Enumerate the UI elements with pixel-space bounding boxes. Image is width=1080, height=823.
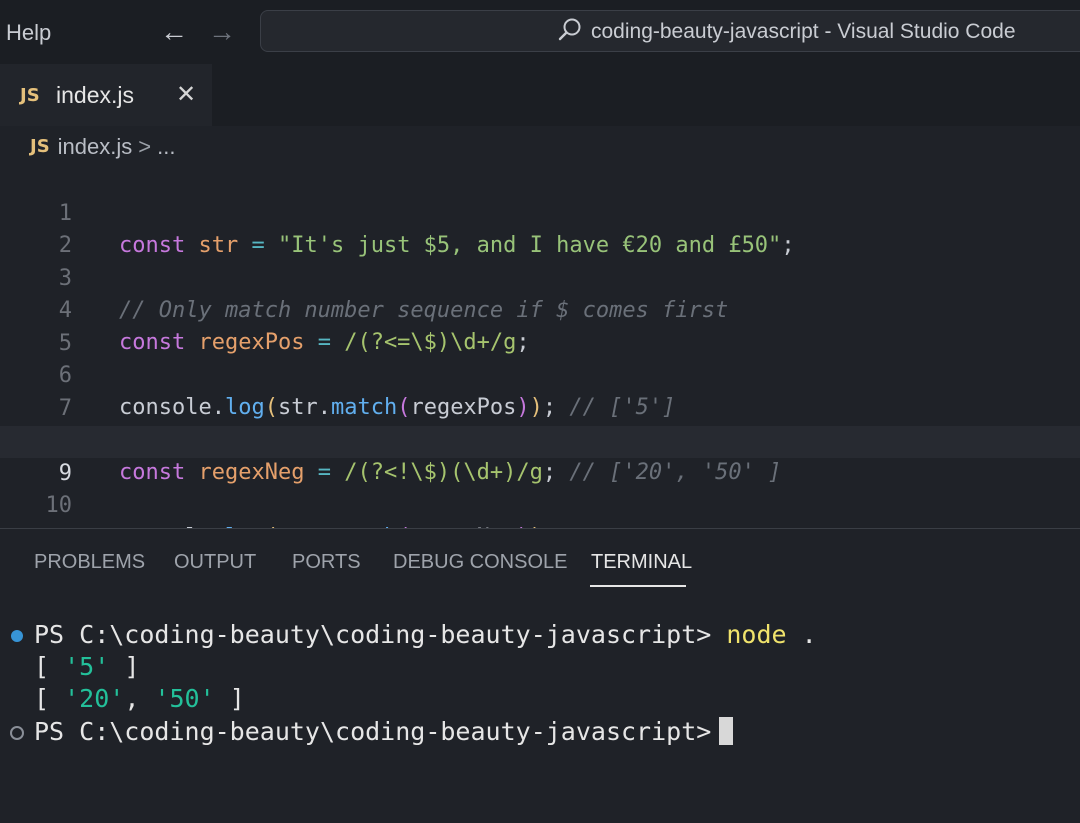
editor-tab-bar: JS index.js ✕ bbox=[0, 64, 1080, 126]
chevron-right-icon: > bbox=[138, 134, 152, 159]
terminal-output: [ '20', '50' ] bbox=[34, 684, 245, 713]
tab-problems[interactable]: PROBLEMS bbox=[34, 551, 145, 574]
code-line[interactable]: 4 const regexPos = /(?<=\$)\d+/g; bbox=[0, 263, 1080, 355]
code-line[interactable]: 8 const regexNeg = /(?<!\$)(\d+)/g; // [… bbox=[0, 393, 1080, 485]
code-line[interactable]: 1 const str = "It's just $5, and I have … bbox=[0, 166, 1080, 258]
breadcrumb-file[interactable]: index.js bbox=[58, 134, 133, 159]
command-center[interactable]: coding-beauty-javascript - Visual Studio… bbox=[260, 10, 1080, 52]
tab-terminal[interactable]: TERMINAL bbox=[591, 551, 692, 574]
tab-index-js[interactable]: JS index.js ✕ bbox=[0, 64, 212, 126]
code-line[interactable]: 7 bbox=[0, 361, 1080, 421]
code-editor[interactable]: 1 const str = "It's just $5, and I have … bbox=[0, 166, 1080, 551]
tab-ports[interactable]: PORTS bbox=[292, 551, 361, 574]
code-line[interactable]: 2 bbox=[0, 198, 1080, 258]
breadcrumb: JS index.js >... bbox=[30, 134, 175, 164]
window-title: coding-beauty-javascript - Visual Studio… bbox=[591, 20, 1016, 43]
javascript-file-icon: JS bbox=[30, 136, 50, 157]
tab-output[interactable]: OUTPUT bbox=[174, 551, 256, 574]
active-tab-indicator bbox=[590, 585, 686, 587]
code-line-current[interactable]: 9 bbox=[0, 426, 1080, 486]
command-idle-icon bbox=[10, 726, 24, 740]
close-icon[interactable]: ✕ bbox=[176, 80, 196, 109]
code-line[interactable]: 10 console.log(str.match(regexNeg)); bbox=[0, 458, 1080, 550]
terminal-cursor bbox=[719, 717, 734, 745]
tab-debug-console[interactable]: DEBUG CONSOLE bbox=[393, 551, 567, 574]
back-arrow-icon[interactable]: ← bbox=[160, 16, 188, 48]
forward-arrow-icon[interactable]: → bbox=[208, 16, 236, 48]
search-icon bbox=[558, 18, 581, 41]
code-line[interactable]: 11 bbox=[0, 491, 1080, 551]
title-bar: Help ← → coding-beauty-javascript - Visu… bbox=[0, 0, 1080, 64]
tab-label: index.js bbox=[56, 82, 134, 108]
code-line[interactable]: 6 console.log(str.match(regexPos)); // [… bbox=[0, 328, 1080, 420]
terminal-line[interactable]: PS C:\coding-beauty\coding-beauty-javasc… bbox=[34, 619, 817, 651]
menu-help[interactable]: Help bbox=[6, 20, 51, 46]
code-line[interactable]: 5 bbox=[0, 296, 1080, 356]
terminal-prompt-line[interactable]: PS C:\coding-beauty\coding-beauty-javasc… bbox=[34, 716, 734, 748]
bottom-panel: PROBLEMS OUTPUT PORTS DEBUG CONSOLE TERM… bbox=[0, 528, 1080, 823]
command-success-icon[interactable] bbox=[11, 630, 23, 642]
breadcrumb-symbols[interactable]: ... bbox=[157, 134, 175, 159]
terminal-output: [ '5' ] bbox=[34, 652, 140, 681]
code-line[interactable]: 3 // Only match number sequence if $ com… bbox=[0, 231, 1080, 323]
javascript-file-icon: JS bbox=[20, 85, 40, 106]
